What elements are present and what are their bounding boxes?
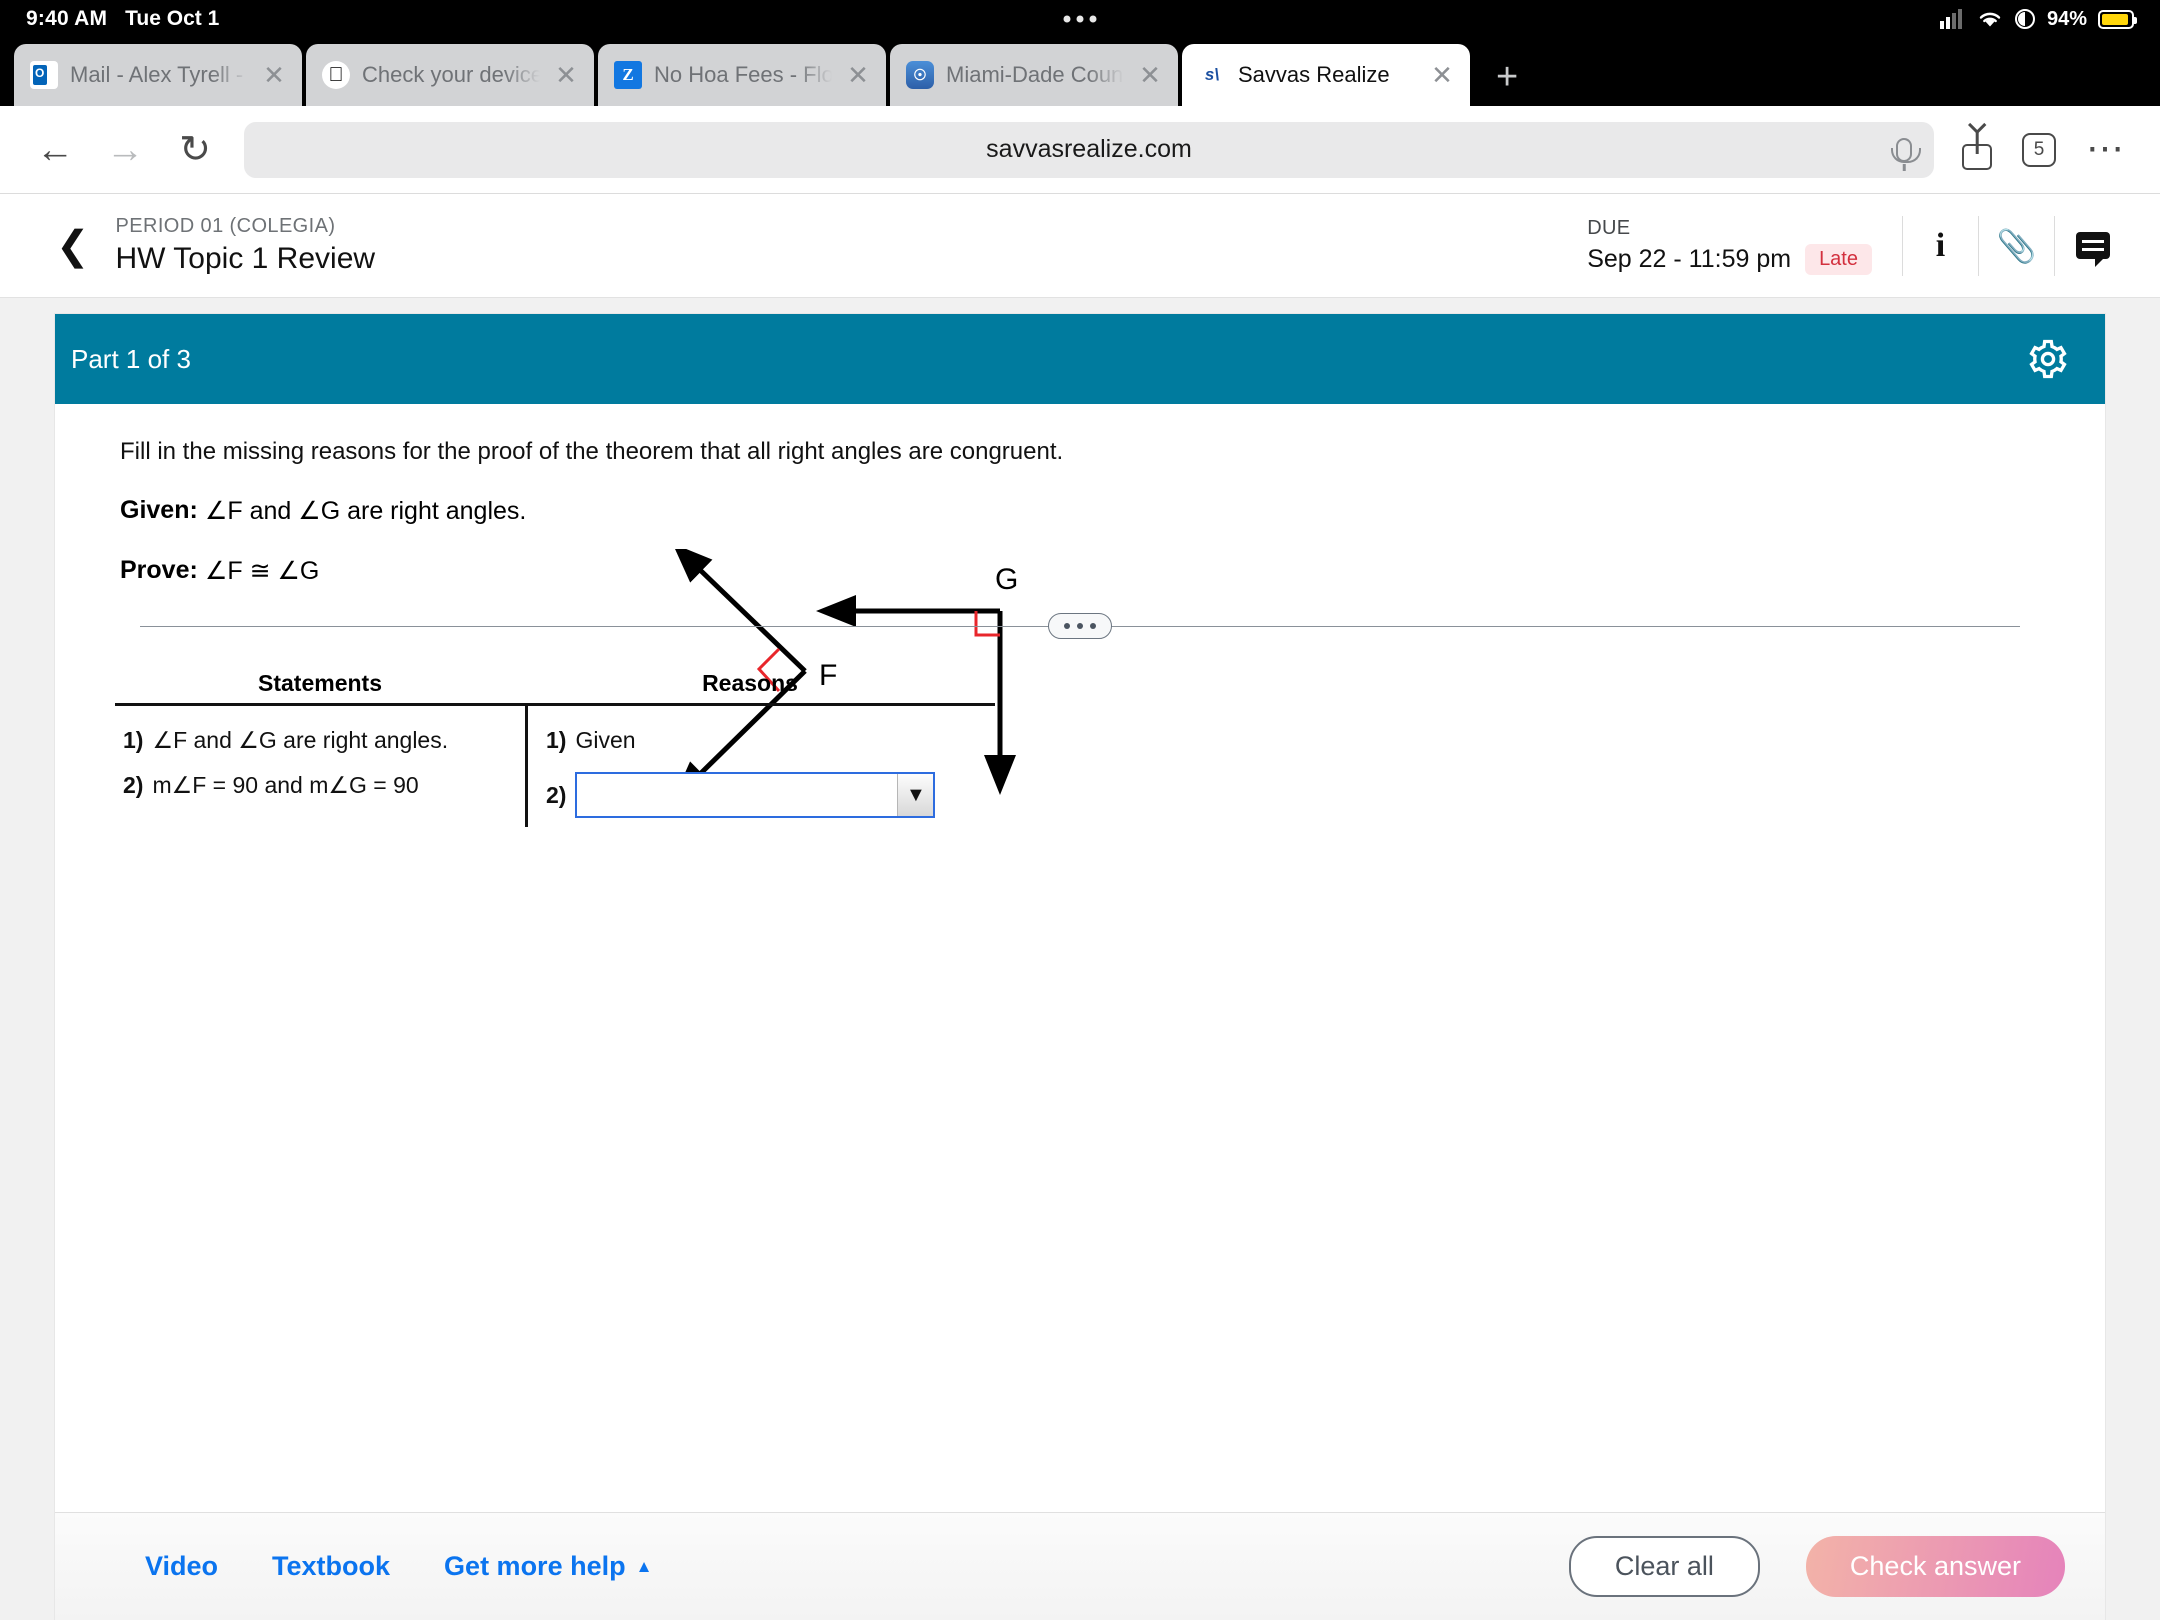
- table-row: 1) ∠F and ∠G are right angles.: [115, 718, 525, 763]
- period-label: PERIOD 01 (COLEGIA): [115, 215, 336, 237]
- get-more-help-label: Get more help: [444, 1551, 626, 1581]
- comments-button[interactable]: [2054, 215, 2130, 276]
- prove-label: Prove:: [120, 556, 198, 584]
- resize-divider[interactable]: [140, 604, 2020, 648]
- tab-title: Savvas Realize: [1238, 62, 1390, 87]
- miami-dade-icon: ☉: [906, 61, 934, 89]
- row-number: 1): [123, 727, 144, 753]
- arrow-right-icon[interactable]: →: [104, 131, 146, 169]
- battery-percent: 94%: [2046, 7, 2087, 30]
- close-icon[interactable]: ✕: [1428, 62, 1456, 88]
- browser-toolbar: ← → ↻ savvasrealize.com 5 ⋯: [0, 106, 2160, 194]
- info-icon: i: [1935, 226, 1946, 264]
- wifi-icon: [1979, 12, 2001, 27]
- url-text: savvasrealize.com: [986, 135, 1192, 163]
- battery-icon: [2098, 9, 2137, 29]
- table-row: 1) Given: [538, 718, 995, 763]
- browser-tab-strip: Mail - Alex Tyrell - O ✕  Check your de…: [0, 38, 2160, 106]
- gear-icon[interactable]: [2027, 338, 2069, 380]
- tab-title: Mail - Alex Tyrell - O: [70, 62, 248, 87]
- part-bar: Part 1 of 3: [55, 314, 2105, 404]
- due-label: DUE: [1587, 216, 1631, 239]
- part-label: Part 1 of 3: [71, 343, 191, 374]
- due-block: DUE Sep 22 - 11:59 pm Late: [1587, 217, 1872, 275]
- tab-title: No Hoa Fees - Florid: [654, 62, 832, 87]
- attachment-button[interactable]: 📎: [1978, 215, 2054, 276]
- apple-icon: : [322, 61, 350, 89]
- assignment-header: ❮ PERIOD 01 (COLEGIA) HW Topic 1 Review …: [0, 194, 2160, 298]
- given-label: Given:: [120, 496, 198, 524]
- close-icon[interactable]: ✕: [260, 62, 288, 88]
- help-toolbar: Video Textbook Get more help ▲ Clear all…: [55, 1512, 2105, 1620]
- prove-row: Prove: ∠F ≅ ∠G: [120, 556, 2075, 586]
- column-header-statements: Statements: [258, 670, 382, 696]
- browser-tab-zillow[interactable]: Z No Hoa Fees - Florid ✕: [598, 44, 886, 106]
- column-header-reasons: Reasons: [702, 670, 798, 696]
- ios-status-bar: 9:40 AM Tue Oct 1 94%: [0, 0, 2160, 38]
- given-text: ∠F and ∠G are right angles.: [205, 497, 527, 525]
- textbook-link[interactable]: Textbook: [272, 1551, 390, 1582]
- chevron-down-icon[interactable]: ▼: [897, 774, 934, 816]
- info-button[interactable]: i: [1902, 215, 1978, 276]
- svg-text:G: G: [995, 563, 1018, 596]
- browser-tab-savvas-realize[interactable]: s\ Savvas Realize ✕: [1182, 44, 1470, 106]
- statements-column: 1) ∠F and ∠G are right angles. 2) m∠F = …: [115, 706, 525, 827]
- chevron-left-icon[interactable]: ❮: [56, 226, 90, 266]
- due-date: Sep 22 - 11:59 pm: [1587, 244, 1792, 273]
- close-icon[interactable]: ✕: [552, 62, 580, 88]
- tab-count-button[interactable]: 5: [2022, 132, 2056, 167]
- row-number: 2): [123, 772, 144, 798]
- statement-text: ∠F and ∠G are right angles.: [152, 727, 449, 753]
- assignment-title: HW Topic 1 Review: [115, 242, 376, 275]
- reason-text: Given: [575, 727, 636, 753]
- comment-icon: [2075, 232, 2110, 267]
- row-number: 2): [546, 781, 567, 808]
- tab-title: Check your device's: [362, 62, 540, 87]
- paperclip-icon: 📎: [1996, 227, 2037, 264]
- dynamic-island-dots-icon: [1063, 15, 1097, 23]
- address-bar[interactable]: savvasrealize.com: [244, 121, 1934, 178]
- question-body: Fill in the missing reasons for the proo…: [55, 404, 2105, 1512]
- close-icon[interactable]: ✕: [844, 62, 872, 88]
- get-more-help-button[interactable]: Get more help ▲: [444, 1551, 652, 1582]
- focus-mode-icon: [2014, 9, 2035, 29]
- status-time: 9:40 AM: [26, 7, 108, 30]
- outlook-icon: [30, 61, 58, 89]
- proof-table: Statements Reasons 1) ∠F and ∠G are righ…: [115, 670, 995, 827]
- more-ellipsis-icon[interactable]: ⋯: [2086, 130, 2126, 168]
- signal-bars-icon: [1939, 9, 1962, 29]
- status-badge: Late: [1805, 243, 1872, 275]
- video-link[interactable]: Video: [145, 1551, 218, 1582]
- reason-dropdown[interactable]: ▼: [575, 772, 936, 818]
- check-answer-button[interactable]: Check answer: [1805, 1536, 2065, 1597]
- table-row: 2) ▼: [538, 763, 995, 827]
- page-title: PERIOD 01 (COLEGIA) HW Topic 1 Review: [116, 215, 376, 276]
- statement-text: m∠F = 90 and m∠G = 90: [152, 772, 419, 798]
- browser-tab-miami-dade[interactable]: ☉ Miami-Dade County ✕: [890, 44, 1178, 106]
- browser-tab-mail[interactable]: Mail - Alex Tyrell - O ✕: [14, 44, 302, 106]
- tab-title: Miami-Dade County: [946, 62, 1124, 87]
- close-icon[interactable]: ✕: [1136, 62, 1164, 88]
- clear-all-button[interactable]: Clear all: [1568, 1536, 1760, 1597]
- new-tab-button[interactable]: +: [1496, 58, 1518, 96]
- reload-icon[interactable]: ↻: [174, 131, 216, 169]
- browser-tab-apple[interactable]:  Check your device's ✕: [306, 44, 594, 106]
- caret-up-icon: ▲: [635, 1556, 653, 1576]
- prove-text: ∠F ≅ ∠G: [205, 557, 320, 585]
- given-row: Given: ∠F and ∠G are right angles.: [120, 496, 2075, 526]
- reason-dropdown-value: [577, 774, 897, 816]
- drag-handle-dots-icon[interactable]: [1048, 613, 1112, 639]
- question-prompt: Fill in the missing reasons for the proo…: [120, 438, 1064, 465]
- status-date: Tue Oct 1: [125, 7, 220, 30]
- row-number: 1): [546, 727, 567, 753]
- table-row: 2) m∠F = 90 and m∠G = 90: [115, 763, 525, 808]
- exercise-page: Part 1 of 3 Fill in the missing reasons …: [0, 298, 2160, 1620]
- microphone-icon[interactable]: [1891, 137, 1921, 163]
- savvas-icon: s\: [1198, 61, 1226, 89]
- zillow-icon: Z: [614, 61, 642, 89]
- share-icon[interactable]: [1962, 129, 1992, 170]
- arrow-left-icon[interactable]: ←: [34, 131, 76, 169]
- reasons-column: 1) Given 2) ▼: [525, 706, 995, 827]
- exercise-card: Part 1 of 3 Fill in the missing reasons …: [55, 314, 2105, 1620]
